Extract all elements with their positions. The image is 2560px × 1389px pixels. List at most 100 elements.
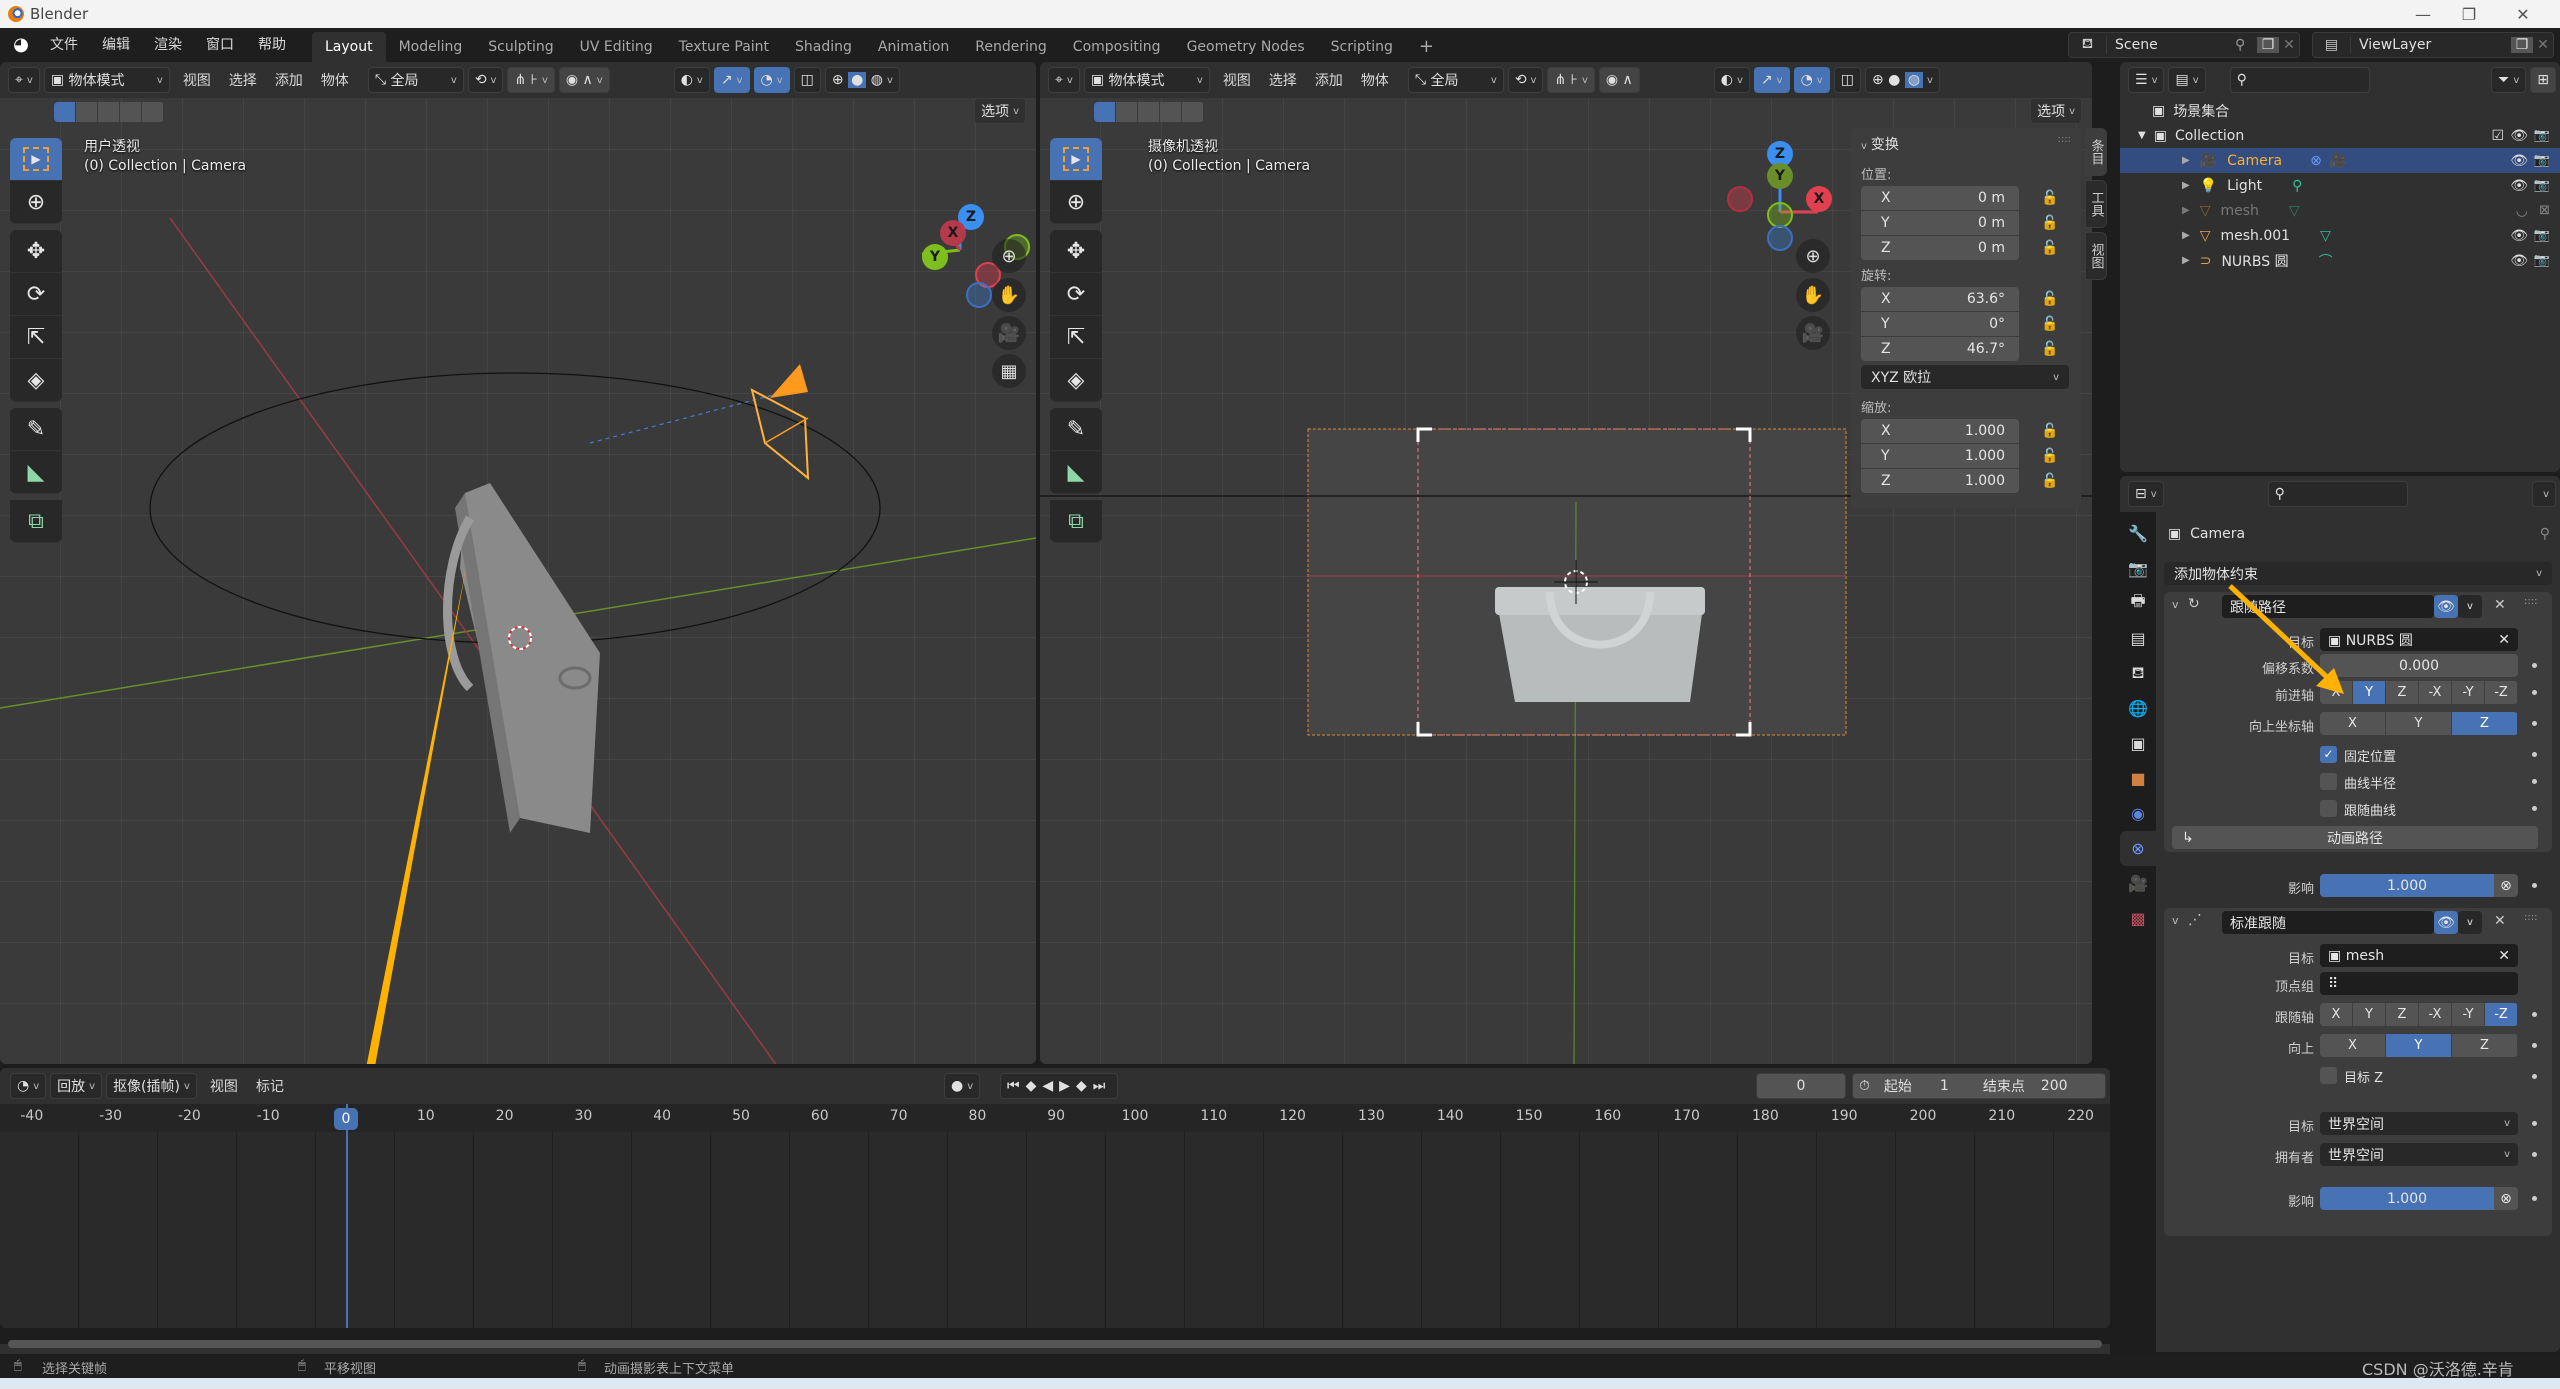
- lock-icon[interactable]: 🔓: [2041, 190, 2058, 206]
- up-axis-x[interactable]: X: [2320, 1034, 2386, 1057]
- menu-view[interactable]: 视图: [174, 70, 220, 90]
- rotation-mode-select[interactable]: XYZ 欧拉 v: [1861, 365, 2069, 389]
- track-axis-neg-x[interactable]: -X: [2419, 1003, 2452, 1026]
- up-axis-y[interactable]: Y: [2386, 1034, 2452, 1057]
- scale-z-field[interactable]: Z 1.000: [1861, 469, 2019, 493]
- collection-row[interactable]: ▼ ▣ Collection ☑ 👁 📷: [2120, 123, 2560, 148]
- constraint-name-input[interactable]: 标准跟随: [2222, 911, 2434, 934]
- cursor-tool[interactable]: ⊕: [10, 181, 62, 224]
- menu-render[interactable]: 渲染: [142, 28, 194, 62]
- xray-toggle[interactable]: ◫: [793, 67, 821, 93]
- lock-icon[interactable]: 🔓: [2041, 215, 2058, 231]
- move-tool[interactable]: ✥: [10, 230, 62, 273]
- tab-shading[interactable]: Shading: [782, 32, 865, 62]
- display-mode-button[interactable]: ▤ v: [2168, 67, 2206, 93]
- animate-path-button[interactable]: ↳ 动画路径: [2172, 826, 2538, 849]
- playhead-line[interactable]: [346, 1104, 348, 1328]
- camera-view-button[interactable]: 🎥: [1796, 316, 1830, 350]
- next-keyframe-button[interactable]: ◆: [1076, 1078, 1093, 1094]
- menu-object[interactable]: 物体: [312, 70, 358, 90]
- outliner-search-input[interactable]: ⚲: [2229, 67, 2370, 93]
- transform-tool[interactable]: ◈: [1050, 359, 1102, 402]
- gizmo-neg-z[interactable]: [966, 282, 992, 308]
- tab-sculpting[interactable]: Sculpting: [475, 32, 566, 62]
- follow-curve-checkbox[interactable]: [2320, 800, 2337, 817]
- gizmo-y[interactable]: Y: [922, 244, 948, 270]
- close-button[interactable]: ✕: [2500, 0, 2546, 28]
- ortho-toggle-button[interactable]: ▦: [992, 354, 1026, 388]
- play-reverse-button[interactable]: ◀: [1042, 1078, 1059, 1094]
- transform-tool[interactable]: ◈: [10, 359, 62, 402]
- constraint-menu[interactable]: v: [2458, 911, 2482, 934]
- new-viewlayer-icon[interactable]: ❐: [2511, 37, 2533, 53]
- editor-type-button[interactable]: ◔ v: [10, 1073, 47, 1099]
- playback-menu[interactable]: 回放 v: [50, 1073, 103, 1099]
- tab-scripting[interactable]: Scripting: [1318, 32, 1406, 62]
- tab-view[interactable]: 视图: [2085, 232, 2107, 280]
- jump-start-button[interactable]: ⏮: [1007, 1078, 1026, 1094]
- tab-modeling[interactable]: Modeling: [386, 32, 476, 62]
- location-z-field[interactable]: Z0 m: [1861, 236, 2019, 260]
- render-icon[interactable]: 📷: [2534, 128, 2550, 143]
- selectability-button[interactable]: ◐ v: [673, 67, 710, 93]
- annotate-tool[interactable]: ✎: [1050, 408, 1102, 451]
- gizmo-y[interactable]: Y: [1767, 163, 1793, 189]
- track-axis-neg-y[interactable]: -Y: [2452, 1003, 2485, 1026]
- target-z-checkbox[interactable]: [2320, 1067, 2337, 1084]
- rotation-x-field[interactable]: X 63.6°: [1861, 287, 2019, 311]
- lock-icon[interactable]: 🔓: [2041, 316, 2058, 332]
- tab-layout[interactable]: Layout: [312, 32, 386, 62]
- tab-rendering[interactable]: Rendering: [962, 32, 1060, 62]
- add-workspace-button[interactable]: +: [1406, 32, 1447, 62]
- fp-influence-slider[interactable]: 1.000: [2320, 874, 2494, 897]
- filter-button[interactable]: ⏷ v: [2491, 67, 2527, 93]
- pin-icon[interactable]: ⚲: [2235, 37, 2257, 53]
- play-button[interactable]: ▶: [1059, 1078, 1076, 1094]
- track-axis-neg-z[interactable]: -Z: [2485, 1003, 2518, 1026]
- scale-x-field[interactable]: X 1.000: [1861, 419, 2019, 443]
- outliner-item-light[interactable]: ▶ 💡 Light ⚲ 👁 📷: [2120, 173, 2560, 198]
- end-frame-field[interactable]: 200: [2041, 1078, 2068, 1094]
- annotate-tool[interactable]: ✎: [10, 408, 62, 451]
- menu-file[interactable]: 文件: [38, 28, 90, 62]
- view-menu[interactable]: 视图: [201, 1076, 247, 1096]
- new-collection-button[interactable]: ⊞: [2530, 67, 2556, 93]
- editor-type-button[interactable]: ⌖ v: [8, 67, 40, 93]
- delete-constraint-icon[interactable]: ✕: [2494, 913, 2506, 929]
- lock-icon[interactable]: 🔓: [2041, 448, 2058, 464]
- target-space-select[interactable]: 世界空间 v: [2320, 1112, 2518, 1135]
- track-axis-y[interactable]: Y: [2353, 1003, 2386, 1026]
- location-x-field[interactable]: X0 m: [1861, 186, 2019, 210]
- curve-data-icon[interactable]: ⌒: [2319, 251, 2333, 271]
- outliner-item-mesh[interactable]: ▶ ▽ mesh ▽ ◡ ⊠: [2120, 198, 2560, 223]
- lock-icon[interactable]: 🔓: [2041, 291, 2058, 307]
- camera-data-icon[interactable]: 🎥: [2330, 153, 2347, 169]
- tab-geometry-nodes[interactable]: Geometry Nodes: [1174, 32, 1318, 62]
- pan-view-button[interactable]: ✋: [992, 278, 1026, 312]
- tab-texture-paint[interactable]: Texture Paint: [666, 32, 782, 62]
- current-frame-field[interactable]: 0: [1756, 1073, 1846, 1099]
- tab-tool[interactable]: 工具: [2085, 180, 2107, 228]
- tab-compositing[interactable]: Compositing: [1060, 32, 1174, 62]
- viewport-left[interactable]: ⌖ v ▣ 物体模式 v 视图 选择 添加 物体 ⤡ 全局 v ⟲ v ⋔ ⊦ v ◉ ∧…: [0, 62, 1036, 1064]
- viewlayer-selector[interactable]: ▤ ViewLayer ❐ ✕: [2312, 32, 2554, 58]
- orientation-select[interactable]: ⤡ 全局 v: [367, 67, 464, 93]
- start-frame-field[interactable]: 1: [1940, 1078, 1949, 1094]
- material-icon[interactable]: ◍: [871, 72, 883, 88]
- gizmo-x[interactable]: X: [940, 220, 966, 246]
- constraints-tab[interactable]: ⊗: [2120, 831, 2156, 866]
- rotate-tool[interactable]: ⟳: [10, 273, 62, 316]
- overlay-toggle[interactable]: ◔ v: [753, 67, 790, 93]
- auto-keying-toggle[interactable]: ● v: [944, 1073, 981, 1099]
- jump-end-button[interactable]: ⏭: [1093, 1078, 1112, 1094]
- up-axis-z[interactable]: Z: [2452, 1034, 2518, 1057]
- clear-target-icon[interactable]: ✕: [2498, 948, 2510, 964]
- shading-buttons[interactable]: ⊕ ● ◍ v: [824, 67, 900, 93]
- tab-animation[interactable]: Animation: [865, 32, 962, 62]
- scene-selector[interactable]: ⛾ Scene ⚲ ❐ ✕: [2068, 32, 2300, 58]
- prev-keyframe-button[interactable]: ◆: [1026, 1078, 1043, 1094]
- delete-scene-icon[interactable]: ✕: [2279, 37, 2299, 53]
- blender-menu-icon[interactable]: ◕: [10, 34, 32, 56]
- menu-add[interactable]: 添加: [266, 70, 312, 90]
- camera-view-button[interactable]: 🎥: [992, 316, 1026, 350]
